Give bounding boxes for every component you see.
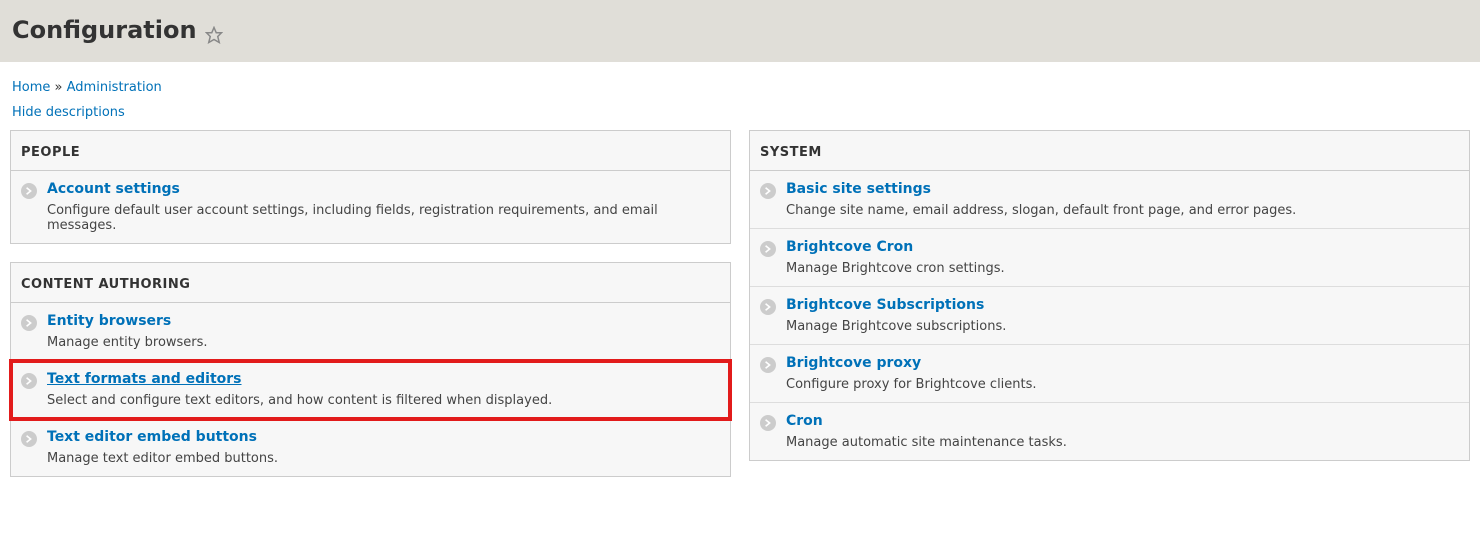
link-cron[interactable]: Cron bbox=[786, 413, 823, 429]
item-brightcove-proxy: Brightcove proxy Configure proxy for Bri… bbox=[750, 345, 1469, 403]
chevron-right-icon bbox=[760, 415, 776, 431]
panel-title-system: SYSTEM bbox=[750, 131, 1469, 171]
panel-system: SYSTEM Basic site settings Change site n… bbox=[749, 130, 1470, 461]
chevron-right-icon bbox=[760, 357, 776, 373]
desc-brightcove-subscriptions: Manage Brightcove subscriptions. bbox=[786, 319, 1459, 334]
desc-text-formats-editors: Select and configure text editors, and h… bbox=[47, 393, 720, 408]
panel-title-content-authoring: CONTENT AUTHORING bbox=[11, 263, 730, 303]
panel-people: PEOPLE Account settings Configure defaul… bbox=[10, 130, 731, 244]
item-text-formats-editors: Text formats and editors Select and conf… bbox=[11, 361, 730, 419]
chevron-right-icon bbox=[760, 299, 776, 315]
link-brightcove-subscriptions[interactable]: Brightcove Subscriptions bbox=[786, 297, 984, 313]
desc-basic-site-settings: Change site name, email address, slogan,… bbox=[786, 203, 1459, 218]
link-text-editor-embed-buttons[interactable]: Text editor embed buttons bbox=[47, 429, 257, 445]
desc-entity-browsers: Manage entity browsers. bbox=[47, 335, 720, 350]
left-column: PEOPLE Account settings Configure defaul… bbox=[10, 130, 731, 477]
chevron-right-icon bbox=[760, 241, 776, 257]
breadcrumb: Home » Administration bbox=[0, 62, 1480, 101]
panel-content-authoring: CONTENT AUTHORING Entity browsers Manage… bbox=[10, 262, 731, 477]
chevron-right-icon bbox=[760, 183, 776, 199]
chevron-right-icon bbox=[21, 315, 37, 331]
desc-cron: Manage automatic site maintenance tasks. bbox=[786, 435, 1459, 450]
config-columns: PEOPLE Account settings Configure defaul… bbox=[0, 130, 1480, 477]
item-text-editor-embed-buttons: Text editor embed buttons Manage text ed… bbox=[11, 419, 730, 476]
link-entity-browsers[interactable]: Entity browsers bbox=[47, 313, 171, 329]
link-brightcove-cron[interactable]: Brightcove Cron bbox=[786, 239, 913, 255]
chevron-right-icon bbox=[21, 183, 37, 199]
breadcrumb-home[interactable]: Home bbox=[12, 80, 50, 95]
item-entity-browsers: Entity browsers Manage entity browsers. bbox=[11, 303, 730, 361]
page-header: Configuration bbox=[0, 0, 1480, 62]
page-title: Configuration bbox=[12, 16, 197, 44]
chevron-right-icon bbox=[21, 373, 37, 389]
panel-title-people: PEOPLE bbox=[11, 131, 730, 171]
link-text-formats-editors[interactable]: Text formats and editors bbox=[47, 371, 242, 387]
star-icon[interactable] bbox=[205, 26, 223, 44]
item-account-settings: Account settings Configure default user … bbox=[11, 171, 730, 243]
link-brightcove-proxy[interactable]: Brightcove proxy bbox=[786, 355, 921, 371]
item-cron: Cron Manage automatic site maintenance t… bbox=[750, 403, 1469, 460]
desc-account-settings: Configure default user account settings,… bbox=[47, 203, 720, 233]
desc-text-editor-embed-buttons: Manage text editor embed buttons. bbox=[47, 451, 720, 466]
hide-descriptions-link[interactable]: Hide descriptions bbox=[12, 105, 125, 120]
link-basic-site-settings[interactable]: Basic site settings bbox=[786, 181, 931, 197]
link-account-settings[interactable]: Account settings bbox=[47, 181, 180, 197]
item-brightcove-cron: Brightcove Cron Manage Brightcove cron s… bbox=[750, 229, 1469, 287]
desc-brightcove-cron: Manage Brightcove cron settings. bbox=[786, 261, 1459, 276]
item-basic-site-settings: Basic site settings Change site name, em… bbox=[750, 171, 1469, 229]
hide-descriptions-wrapper: Hide descriptions bbox=[0, 101, 1480, 130]
desc-brightcove-proxy: Configure proxy for Brightcove clients. bbox=[786, 377, 1459, 392]
right-column: SYSTEM Basic site settings Change site n… bbox=[749, 130, 1470, 477]
chevron-right-icon bbox=[21, 431, 37, 447]
breadcrumb-admin[interactable]: Administration bbox=[67, 80, 162, 95]
item-brightcove-subscriptions: Brightcove Subscriptions Manage Brightco… bbox=[750, 287, 1469, 345]
breadcrumb-sep: » bbox=[55, 80, 63, 95]
